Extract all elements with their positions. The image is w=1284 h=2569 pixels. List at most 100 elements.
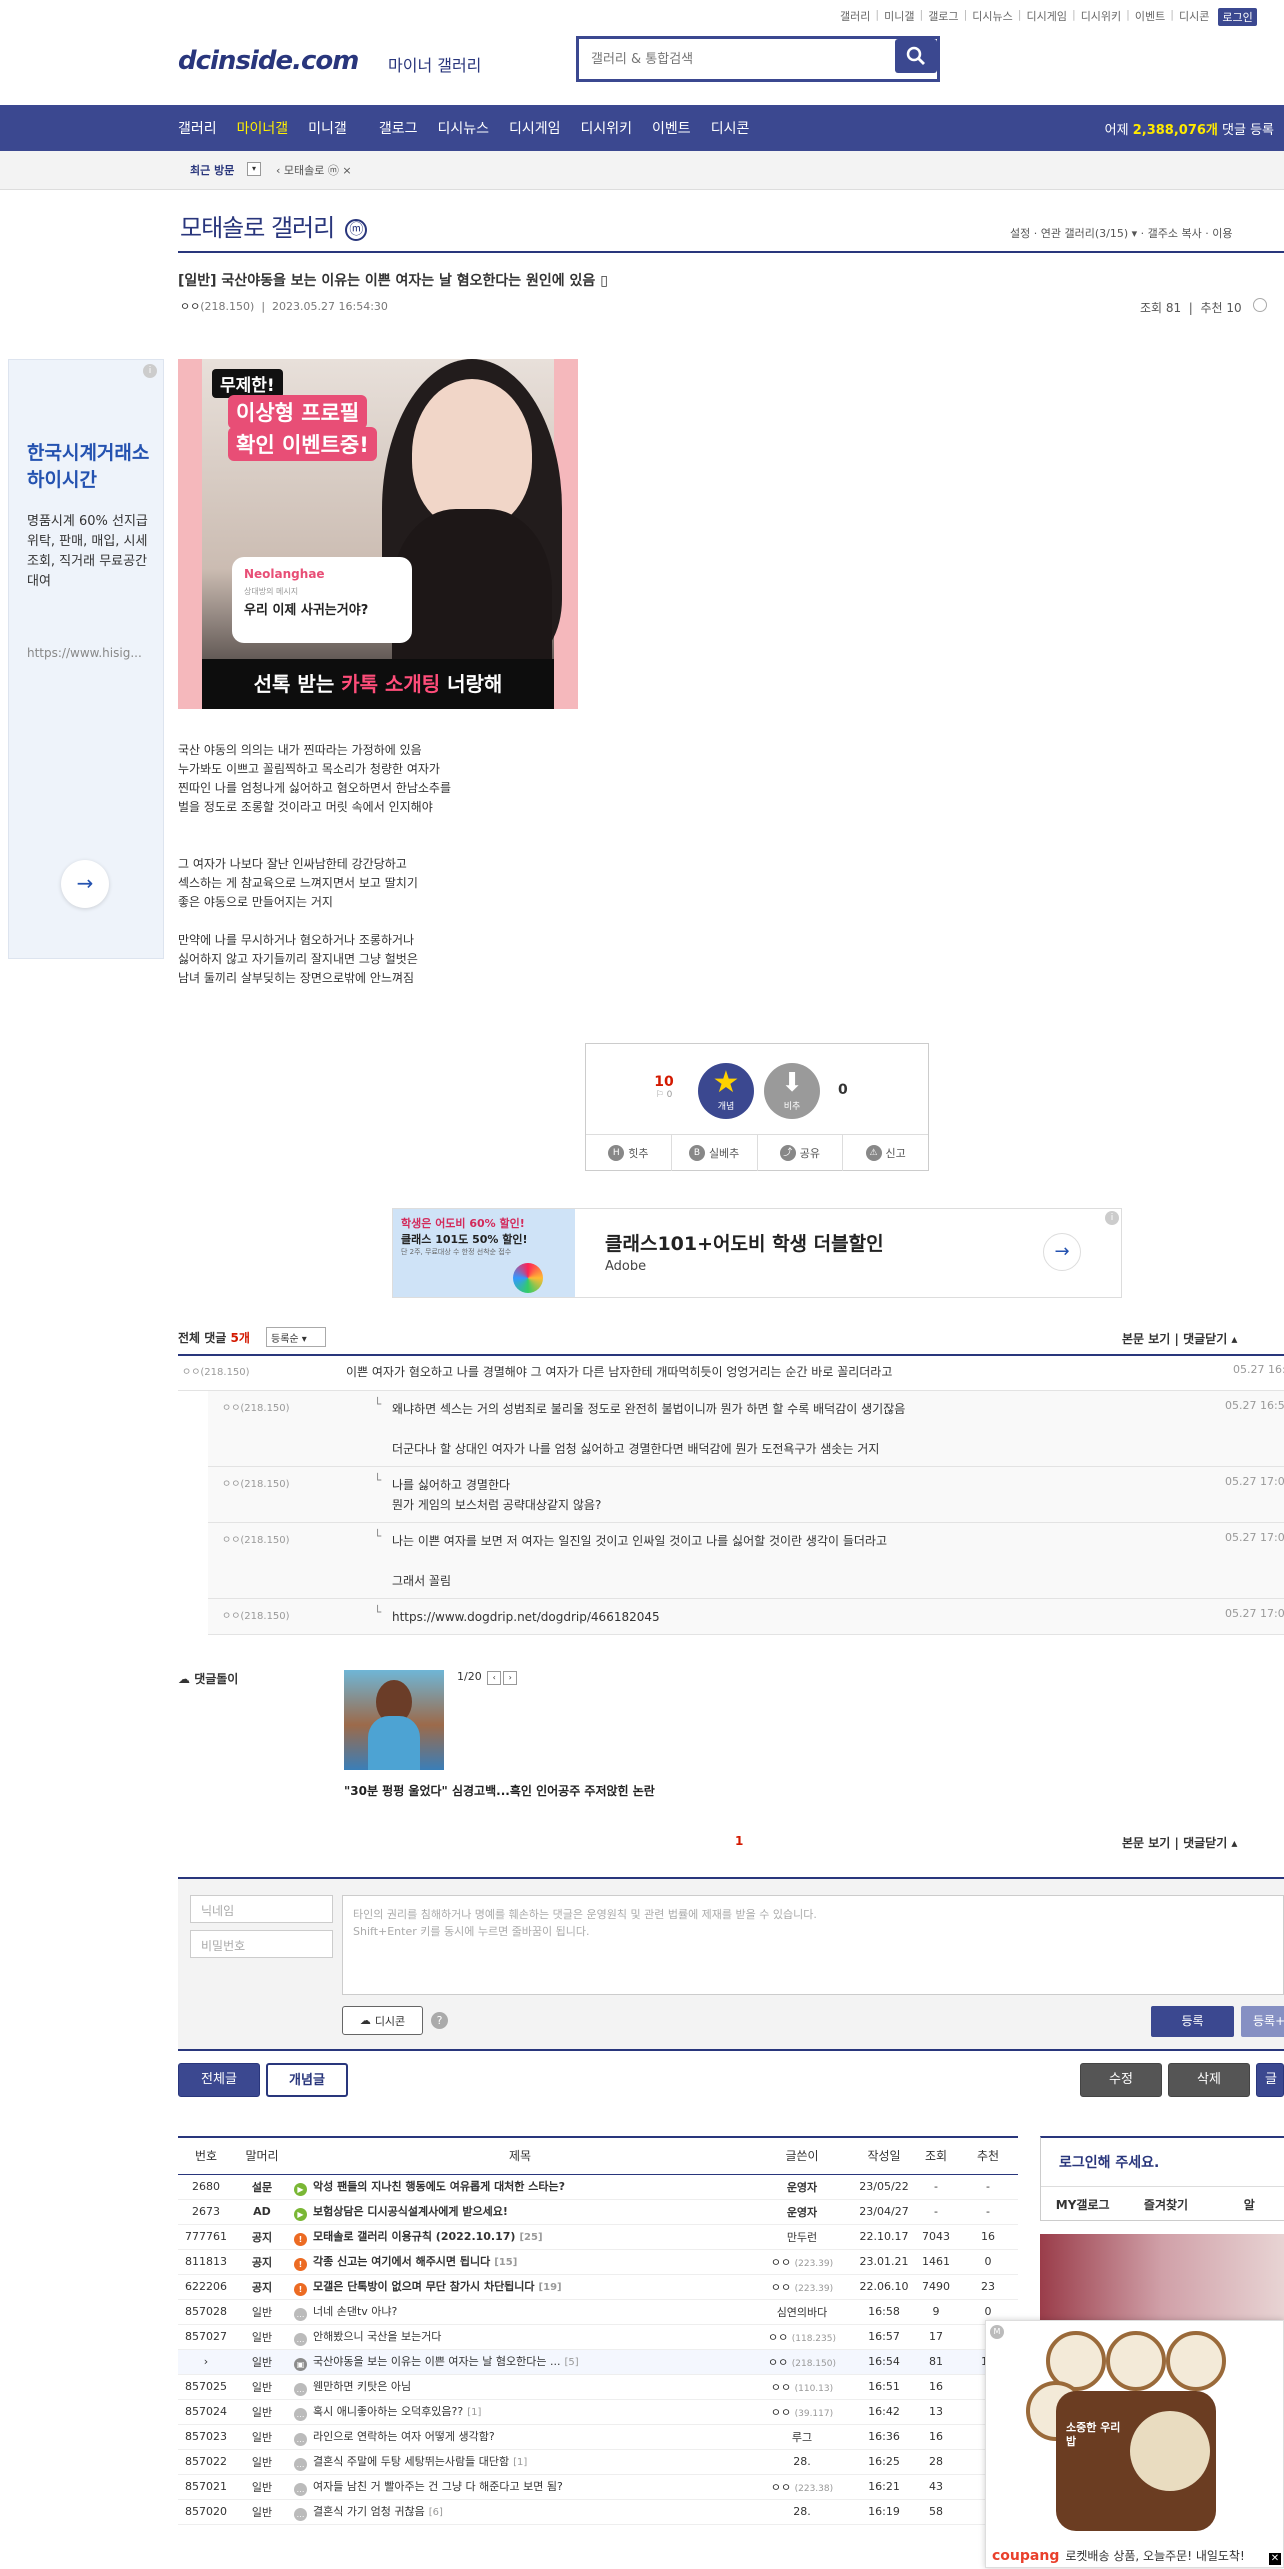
post-comment-count[interactable]: [1] [467, 2407, 481, 2418]
reply-author[interactable]: ㅇㅇ(218.150) [222, 1531, 290, 1546]
post-comment-count[interactable]: [19] [539, 2282, 562, 2293]
post-title[interactable]: 여자들 남친 거 빨아주는 건 그냥 다 해준다고 보면 됨? [313, 2480, 563, 2493]
post-row[interactable]: 857022 일반 … 결혼식 주말에 두탕 세탕뛰는사람들 대단함 [1] 28. 16:… [178, 2449, 1018, 2475]
recommend-action-2[interactable]: ⤴ 공유 [758, 1135, 844, 1171]
post-writer[interactable]: ㅇㅇ (223.39) [750, 2249, 854, 2275]
concept-posts-button[interactable]: 개념글 [266, 2063, 348, 2097]
post-title[interactable]: 모갤은 단톡방이 없으며 무단 참가시 차단됩니다 [313, 2280, 535, 2293]
all-posts-button[interactable]: 전체글 [178, 2063, 260, 2097]
post-comment-count[interactable]: [25] [519, 2232, 542, 2243]
password-field[interactable]: 비밀번호 [190, 1930, 333, 1958]
news-caption[interactable]: "30분 펑펑 울었다" 심경고백...흑인 인어공주 주저앉힌 논란 [344, 1782, 655, 1799]
gnb-item-2[interactable]: 미니갤 [308, 118, 347, 138]
post-title-cell[interactable]: ▣ 국산야동을 보는 이유는 이쁜 여자는 날 혐오한다는 ... [5] [290, 2349, 750, 2375]
post-title[interactable]: 라인으로 연락하는 여자 어떻게 생각함? [313, 2430, 495, 2443]
post-comment-count[interactable]: [6] [429, 2507, 443, 2518]
login-link-0[interactable]: MY갤로그 [1041, 2187, 1124, 2222]
gnb-item-4[interactable]: 디시뉴스 [437, 118, 489, 138]
post-title[interactable]: 악성 팬들의 지나친 행동에도 여유롭게 대처한 스타는? [313, 2180, 565, 2193]
login-link-1[interactable]: 즐겨찾기 [1124, 2187, 1207, 2222]
recommend-action-0[interactable]: H 힛추 [586, 1135, 672, 1171]
post-row[interactable]: 857023일반…라인으로 연락하는 여자 어떻게 생각함?루그16:36160 [178, 2424, 1018, 2450]
post-writer[interactable]: 만두런 [750, 2224, 854, 2250]
post-comment-count[interactable]: [15] [494, 2257, 517, 2268]
util-link-1[interactable]: 미니갤 [879, 8, 919, 26]
post-title[interactable]: 웬만하면 키탓은 아님 [313, 2380, 411, 2393]
post-writer[interactable]: ㅇㅇ (110.13) [750, 2374, 854, 2400]
gnb-item-0[interactable]: 갤러리 [178, 118, 217, 138]
edit-button[interactable]: 수정 [1080, 2063, 1162, 2097]
post-title[interactable]: 모태솔로 갤러리 이용규칙 (2022.10.17) [313, 2230, 515, 2243]
post-title-cell[interactable]: … 라인으로 연락하는 여자 어떻게 생각함? [290, 2424, 750, 2450]
news-thumbnail[interactable] [344, 1670, 444, 1770]
submit-plus-button[interactable]: 등록+ [1241, 2006, 1284, 2037]
post-title-cell[interactable]: ▶ 악성 팬들의 지나친 행동에도 여유롭게 대처한 스타는? [290, 2174, 750, 2200]
post-row[interactable]: 857028 일반… 너네 손댄tv 아냐? 심연의바다 16:58 9 0 [178, 2299, 1018, 2325]
banner-ad[interactable]: 학생은 어도비 60% 할인! 클래스 101도 50% 할인! 단 2주, 무… [392, 1208, 1122, 1298]
close-icon[interactable]: ✕ [1269, 2553, 1281, 2565]
post-comment-count[interactable]: [1] [513, 2457, 527, 2468]
post-row[interactable]: 2673 AD ▶ 보험상담은 디시공식설계사에게 받으세요! 운영자 23/04/27-… [178, 2199, 1018, 2225]
site-logo-subtitle[interactable]: 마이너 갤러리 [388, 52, 481, 76]
ad-info-icon[interactable]: i [143, 364, 157, 378]
comment-textarea[interactable]: 타인의 권리를 침해하거나 명예를 훼손하는 댓글은 운영원칙 및 관련 법률에… [342, 1895, 1284, 1995]
gnb-item-1[interactable]: 마이너갤 [237, 118, 289, 138]
post-row[interactable]: 622206 공지! 모갤은 단톡방이 없으며 무단 참가시 차단됩니다 [19] ㅇㅇ… [178, 2274, 1018, 2300]
post-row[interactable]: 2680 설문 ▶ 악성 팬들의 지나친 행동에도 여유롭게 대처한 스타는? 운영자 2… [178, 2174, 1018, 2200]
comment-page-number[interactable]: 1 [735, 1834, 743, 1848]
post-writer[interactable]: 28. [750, 2499, 854, 2525]
delete-button[interactable]: 삭제 [1168, 2063, 1250, 2097]
post-title-cell[interactable]: … 결혼식 가기 엄청 귀찮음 [6] [290, 2499, 750, 2525]
post-row[interactable]: 777761 공지! 모태솔로 갤러리 이용규칙 (2022.10.17) [25] 만… [178, 2224, 1018, 2250]
ad-info-icon[interactable]: M [990, 2325, 1004, 2339]
post-writer[interactable]: ㅇㅇ (223.38) [750, 2474, 854, 2500]
post-row[interactable]: 857021 일반 … 여자들 남친 거 빨아주는 건 그냥 다 해준다고 보면 됨?… [178, 2474, 1018, 2500]
floating-ad[interactable]: M 소중한 우리밥 coupang 로켓배송 상품, 오늘주문! 내일도착! ✕ [985, 2320, 1284, 2568]
comment-author[interactable]: ㅇㅇ(218.150) [182, 1363, 250, 1378]
util-link-6[interactable]: 이벤트 [1130, 8, 1170, 26]
post-title[interactable]: 안해봤으니 국산을 보는거다 [313, 2330, 441, 2343]
post-comment-count[interactable]: [5] [564, 2357, 578, 2368]
post-row[interactable]: › 일반 ▣ 국산야동을 보는 이유는 이쁜 여자는 날 혐오한다는 ... [5] ㅇㅇ… [178, 2349, 1018, 2375]
post-writer[interactable]: 28. [750, 2449, 854, 2475]
dccon-button[interactable]: ☁ 디시콘 [342, 2006, 423, 2035]
reply-author[interactable]: ㅇㅇ(218.150) [222, 1607, 290, 1622]
write-button[interactable]: 글 [1256, 2063, 1284, 2097]
post-writer[interactable]: ㅇㅇ (223.39) [750, 2274, 854, 2300]
prev-button[interactable]: ‹ [487, 1671, 502, 1685]
util-link-7[interactable]: 디시콘 [1174, 8, 1214, 26]
post-title-cell[interactable]: … 너네 손댄tv 아냐? [290, 2299, 750, 2325]
util-link-5[interactable]: 디시위키 [1076, 8, 1126, 26]
post-writer[interactable]: 심연의바다 [750, 2299, 854, 2325]
post-row[interactable]: 857025일반…웬만하면 키탓은 아님ㅇㅇ (110.13)16:51160 [178, 2374, 1018, 2400]
post-writer[interactable]: 루그 [750, 2424, 854, 2450]
post-title[interactable]: 보험상담은 디시공식설계사에게 받으세요! [313, 2205, 508, 2218]
help-icon[interactable]: ? [431, 2012, 448, 2029]
gnb-item-7[interactable]: 이벤트 [652, 118, 691, 138]
post-writer[interactable]: 운영자 [750, 2199, 854, 2225]
downvote-button[interactable]: ⬇ 비추 [764, 1063, 820, 1119]
post-title-cell[interactable]: ! 모태솔로 갤러리 이용규칙 (2022.10.17) [25] [290, 2224, 750, 2250]
post-title-cell[interactable]: … 웬만하면 키탓은 아님 [290, 2374, 750, 2400]
gnb-item-3[interactable]: 갤로그 [379, 118, 418, 138]
login-link-2[interactable]: 알 [1208, 2187, 1284, 2222]
ad-info-icon[interactable]: i [1105, 1211, 1119, 1225]
post-title-cell[interactable]: … 안해봤으니 국산을 보는거다 [290, 2324, 750, 2350]
recent-visit-item[interactable]: ‹ 모태솔로 ⓜ × [276, 162, 352, 178]
post-row[interactable]: 811813 공지! 각종 신고는 여기에서 해주시면 됩니다 [15] ㅇㅇ (223… [178, 2249, 1018, 2275]
recent-visit-toggle[interactable]: ▾ [247, 162, 261, 176]
gallery-options[interactable]: 설정 · 연관 갤러리(3/15) ▾ · 갤주소 복사 · 이용 [1010, 225, 1232, 241]
login-button[interactable]: 로그인 [1218, 8, 1257, 26]
post-title-cell[interactable]: ! 모갤은 단톡방이 없으며 무단 참가시 차단됩니다 [19] [290, 2274, 750, 2300]
arrow-right-icon[interactable]: → [1043, 1233, 1081, 1271]
comment-toolbar[interactable]: 본문 보기 | 댓글닫기 ▴ [1122, 1330, 1237, 1347]
gnb-item-6[interactable]: 디시위키 [581, 118, 633, 138]
post-title-cell[interactable]: ! 각종 신고는 여기에서 해주시면 됩니다 [15] [290, 2249, 750, 2275]
util-link-2[interactable]: 갤로그 [923, 8, 963, 26]
search-button[interactable] [895, 39, 937, 73]
post-title-cell[interactable]: … 결혼식 주말에 두탕 세탕뛰는사람들 대단함 [1] [290, 2449, 750, 2475]
left-side-ad[interactable]: i 한국시계거래소 하이시간 명품시계 60% 선지급 위탁, 판매, 매입, … [8, 359, 164, 959]
post-title[interactable]: 결혼식 주말에 두탕 세탕뛰는사람들 대단함 [313, 2455, 509, 2468]
right-banner[interactable] [1040, 2234, 1284, 2320]
post-title-cell[interactable]: … 혹시 애니좋아하는 오덕후있음?? [1] [290, 2399, 750, 2425]
